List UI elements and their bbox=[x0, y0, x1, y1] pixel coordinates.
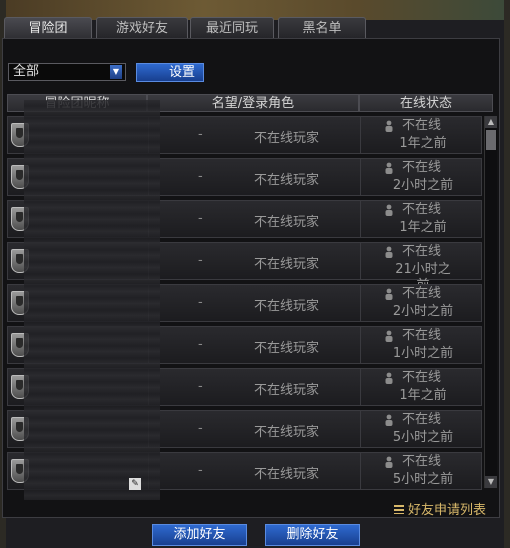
last-seen: 2小时之前 bbox=[392, 304, 454, 319]
fame-value: - bbox=[198, 211, 203, 226]
login-role: 不在线玩家 bbox=[254, 173, 320, 188]
delete-friend-button[interactable]: 删除好友 bbox=[265, 524, 360, 546]
tab-recent-played[interactable]: 最近同玩 bbox=[190, 17, 274, 39]
last-seen: 1年之前 bbox=[399, 388, 447, 403]
online-status: 不在线 bbox=[402, 160, 442, 175]
fame-value: - bbox=[198, 463, 203, 478]
list-icon bbox=[394, 505, 404, 514]
person-icon bbox=[385, 204, 393, 216]
person-icon bbox=[385, 288, 393, 300]
last-seen: 1年之前 bbox=[399, 136, 447, 151]
redacted-names-overlay bbox=[24, 100, 160, 500]
column-header-status: 在线状态 bbox=[359, 94, 493, 112]
edit-pencil-icon[interactable]: ✎ bbox=[129, 478, 141, 490]
last-seen: 1小时之前 bbox=[392, 346, 454, 361]
login-role: 不在线玩家 bbox=[254, 299, 320, 314]
login-role: 不在线玩家 bbox=[254, 383, 320, 398]
person-icon bbox=[385, 456, 393, 468]
online-status: 不在线 bbox=[402, 454, 442, 469]
login-role: 不在线玩家 bbox=[254, 425, 320, 440]
fame-value: - bbox=[198, 295, 203, 310]
scroll-up-icon[interactable]: ▲ bbox=[485, 116, 497, 128]
login-role: 不在线玩家 bbox=[254, 467, 320, 482]
person-icon bbox=[385, 330, 393, 342]
tab-game-friends[interactable]: 游戏好友 bbox=[96, 17, 188, 39]
friend-requests-label: 好友申请列表 bbox=[408, 503, 487, 518]
fame-value: - bbox=[198, 379, 203, 394]
chevron-down-icon[interactable]: ▼ bbox=[110, 65, 122, 79]
scroll-down-icon[interactable]: ▼ bbox=[485, 476, 497, 488]
login-role: 不在线玩家 bbox=[254, 257, 320, 272]
scrollbar[interactable]: ▲ ▼ bbox=[484, 116, 497, 488]
window-frame-right bbox=[504, 0, 510, 548]
online-status: 不在线 bbox=[402, 328, 442, 343]
add-friend-button[interactable]: 添加好友 bbox=[152, 524, 247, 546]
login-role: 不在线玩家 bbox=[254, 341, 320, 356]
online-status: 不在线 bbox=[402, 286, 442, 301]
friend-requests-link[interactable]: 好友申请列表 bbox=[394, 499, 486, 518]
person-icon bbox=[385, 120, 393, 132]
fame-value: - bbox=[198, 169, 203, 184]
online-status: 不在线 bbox=[402, 118, 442, 133]
person-icon bbox=[385, 414, 393, 426]
last-seen: 2小时之前 bbox=[392, 178, 454, 193]
fame-value: - bbox=[198, 253, 203, 268]
last-seen: 1年之前 bbox=[399, 220, 447, 235]
login-role: 不在线玩家 bbox=[254, 215, 320, 230]
fame-value: - bbox=[198, 127, 203, 142]
person-icon bbox=[385, 162, 393, 174]
online-status: 不在线 bbox=[402, 412, 442, 427]
online-status: 不在线 bbox=[402, 370, 442, 385]
login-role: 不在线玩家 bbox=[254, 131, 320, 146]
fame-value: - bbox=[198, 421, 203, 436]
person-icon bbox=[385, 372, 393, 384]
person-icon bbox=[385, 246, 393, 258]
fame-value: - bbox=[198, 337, 203, 352]
column-header-role: 名望/登录角色 bbox=[147, 94, 359, 112]
online-status: 不在线 bbox=[402, 244, 442, 259]
settings-button[interactable]: 设置 bbox=[136, 63, 204, 82]
last-seen: 5小时之前 bbox=[392, 472, 454, 487]
scroll-thumb[interactable] bbox=[486, 130, 496, 150]
online-status: 不在线 bbox=[402, 202, 442, 217]
filter-dropdown[interactable]: 全部 ▼ bbox=[8, 63, 126, 81]
tab-adventure-group[interactable]: 冒险团 bbox=[4, 17, 92, 39]
tab-blacklist[interactable]: 黑名单 bbox=[278, 17, 366, 39]
filter-selected-value: 全部 bbox=[13, 64, 40, 79]
last-seen: 5小时之前 bbox=[392, 430, 454, 445]
